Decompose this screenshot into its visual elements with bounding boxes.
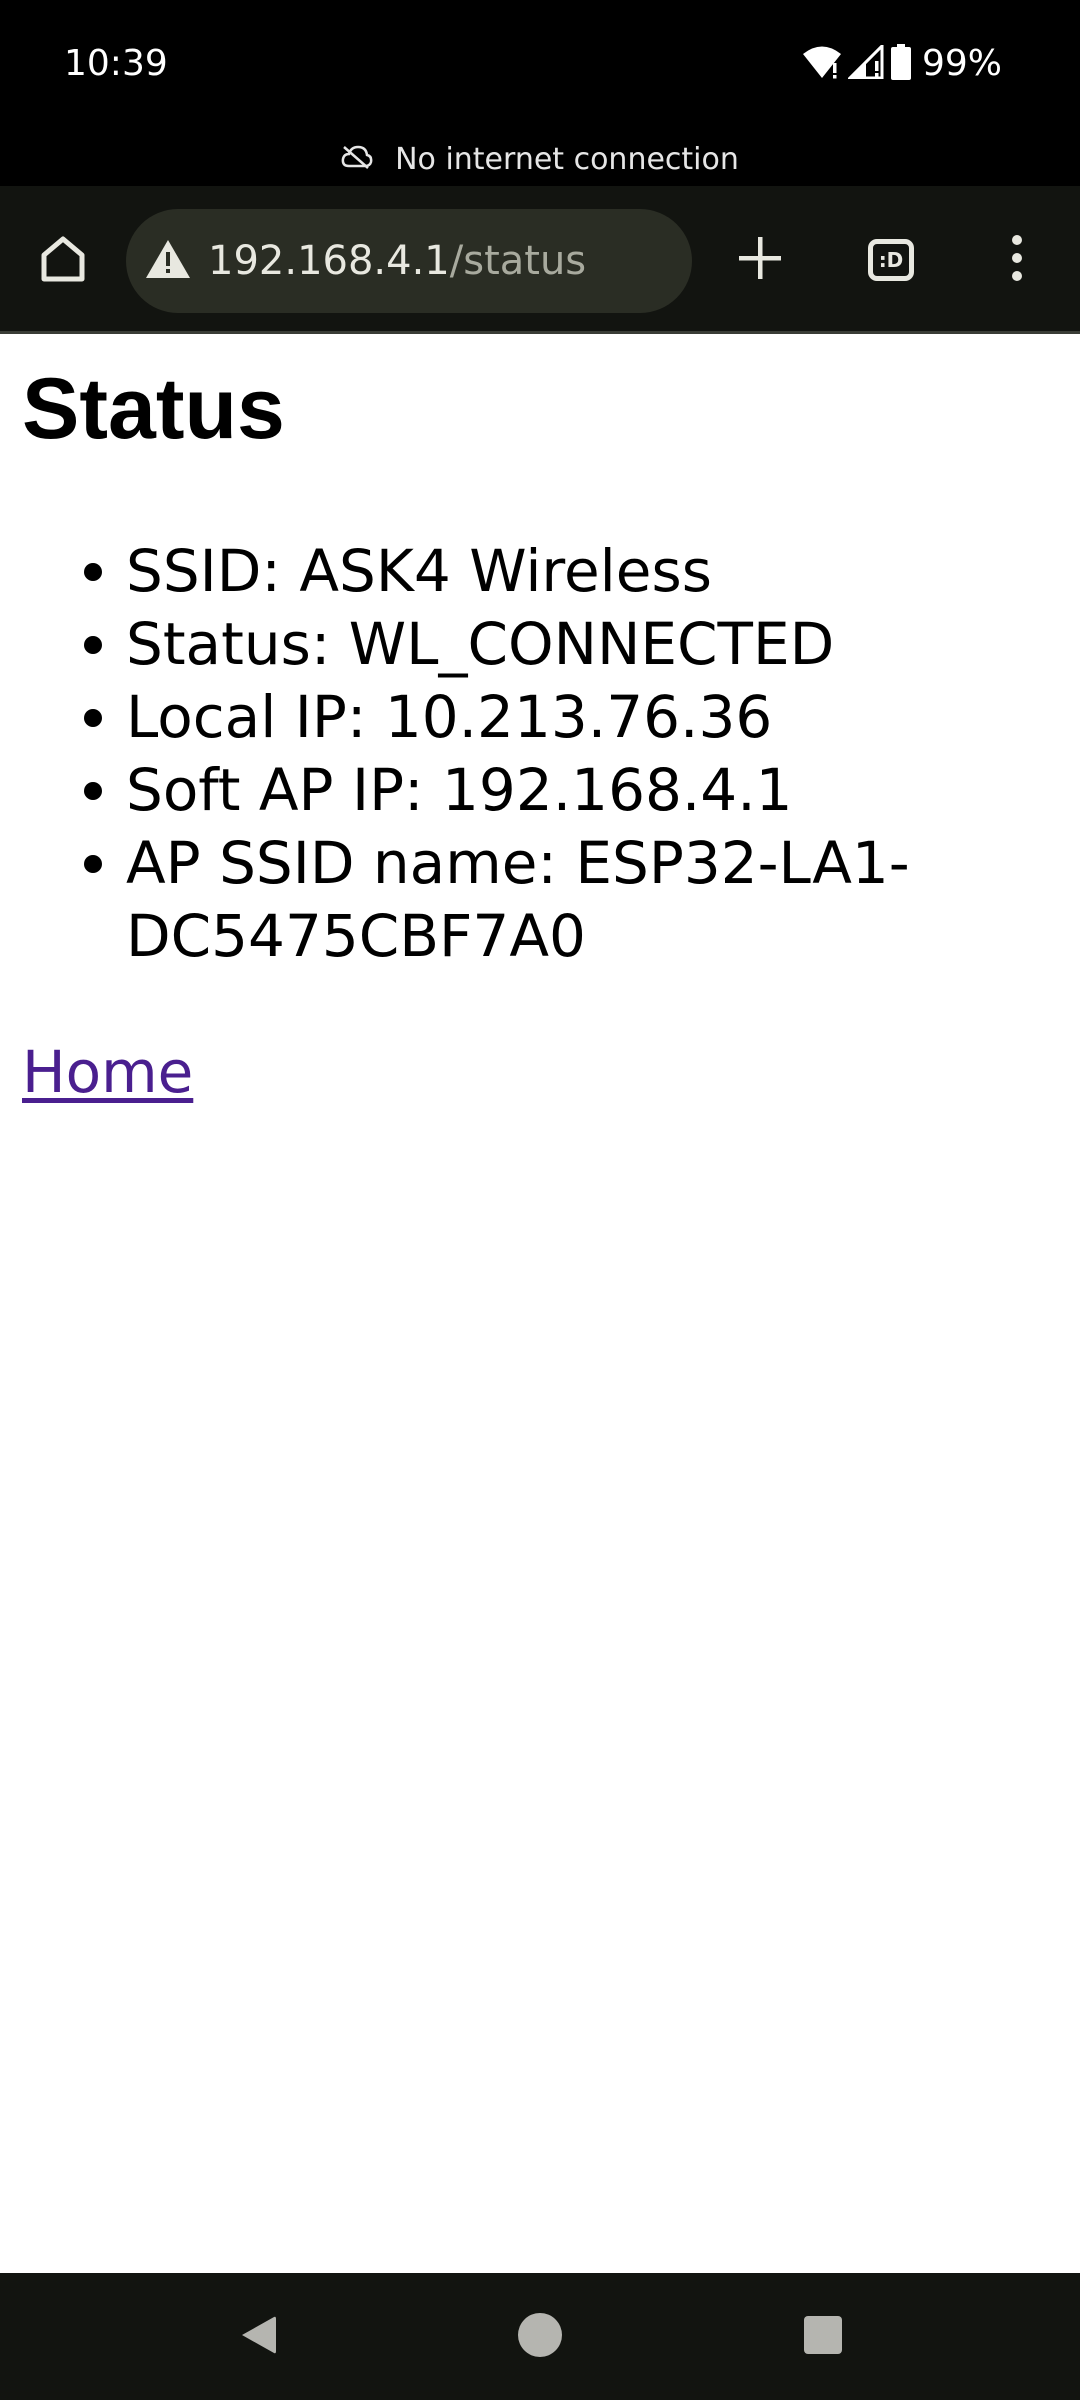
page-title: Status — [22, 361, 285, 457]
home-button[interactable] — [15, 212, 111, 308]
browser-toolbar: 192.168.4.1/status :D — [0, 186, 1080, 334]
tab-switcher-button[interactable]: :D — [843, 212, 939, 308]
back-button[interactable] — [218, 2297, 298, 2377]
recents-button[interactable] — [783, 2297, 863, 2377]
recents-square-icon — [802, 2314, 844, 2361]
status-time: 10:39 — [64, 43, 168, 84]
warning-icon[interactable] — [144, 238, 192, 285]
list-item-soft-ap-ip: Soft AP IP: 192.168.4.1 — [84, 754, 1026, 827]
list-item-ap-ssid-name: AP SSID name: ESP32-LA1-DC5475CBF7A0 — [84, 827, 1026, 973]
tab-switcher-label: :D — [868, 239, 914, 281]
web-page: Status SSID: ASK4 Wireless Status: WL_CO… — [0, 337, 1080, 2273]
new-tab-button[interactable] — [712, 212, 808, 308]
battery-icon — [890, 43, 912, 85]
battery-percentage: 99% — [921, 43, 1002, 84]
home-nav-button[interactable] — [500, 2297, 580, 2377]
list-item-local-ip: Local IP: 10.213.76.36 — [84, 681, 1026, 754]
status-icons: 99% — [802, 40, 1002, 88]
address-bar[interactable]: 192.168.4.1/status — [126, 209, 692, 313]
cloud-off-icon — [341, 142, 373, 177]
more-vert-icon — [1010, 234, 1024, 287]
list-item-status: Status: WL_CONNECTED — [84, 608, 1026, 681]
system-nav-bar — [0, 2273, 1080, 2400]
cell-signal-icon — [846, 41, 884, 84]
url-text: 192.168.4.1/status — [208, 238, 586, 284]
status-info-list: SSID: ASK4 Wireless Status: WL_CONNECTED… — [84, 535, 1026, 973]
home-icon — [38, 233, 88, 288]
url-host: 192.168.4.1 — [208, 238, 450, 284]
url-path: /status — [449, 238, 587, 284]
home-circle-icon — [516, 2311, 564, 2364]
no-internet-text: No internet connection — [395, 141, 739, 177]
plus-icon — [737, 235, 783, 286]
home-link[interactable]: Home — [22, 1036, 193, 1109]
system-status-bar: 10:39 99% — [0, 0, 1080, 132]
more-menu-button[interactable] — [969, 212, 1065, 308]
no-internet-banner: No internet connection — [0, 132, 1080, 186]
back-triangle-icon — [236, 2313, 280, 2362]
wifi-icon — [802, 45, 842, 84]
list-item-ssid: SSID: ASK4 Wireless — [84, 535, 1026, 608]
